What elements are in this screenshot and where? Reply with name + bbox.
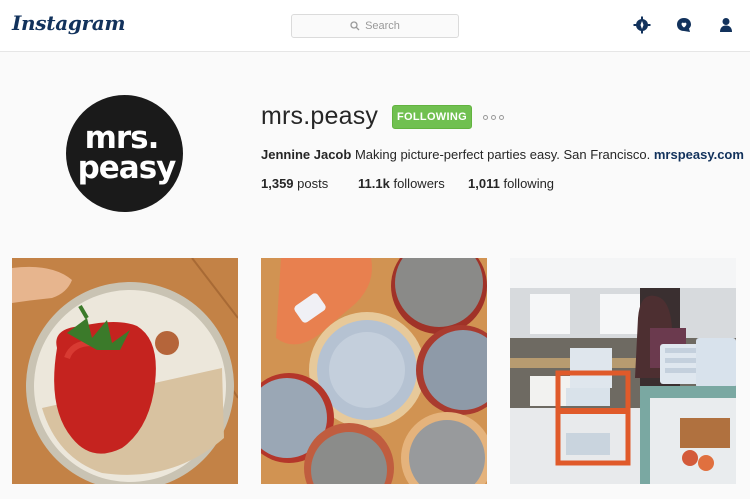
- post-thumbnail-3[interactable]: [510, 258, 736, 484]
- followers-stat[interactable]: 11.1k followers: [358, 176, 445, 191]
- ceramic-plates-photo: [261, 258, 487, 484]
- post-thumbnail-1[interactable]: [12, 258, 238, 484]
- following-button[interactable]: FOLLOWING: [392, 105, 472, 129]
- strawberry-photo: [12, 258, 238, 484]
- post-thumbnail-2[interactable]: [261, 258, 487, 484]
- profile-bio-text: Making picture-perfect parties easy. San…: [354, 147, 651, 162]
- posts-count: 1,359: [261, 176, 294, 191]
- profile-website-link[interactable]: mrspeasy.com: [654, 147, 744, 162]
- dot-icon: [491, 114, 496, 120]
- posts-label: posts: [297, 176, 329, 191]
- followers-count: 11.1k: [358, 176, 390, 191]
- profile-avatar: mrs. peasy: [66, 95, 183, 212]
- dot-icon: [499, 114, 504, 120]
- following-count: 1,011: [468, 176, 500, 191]
- ceramics-shop-photo: [510, 258, 736, 484]
- activity-icon[interactable]: [675, 16, 693, 34]
- following-label: following: [503, 176, 555, 191]
- profile-full-name: Jennine Jacob: [261, 147, 352, 162]
- profile-bio: Jennine Jacob Making picture-perfect par…: [261, 147, 744, 162]
- search-icon: [350, 21, 360, 31]
- top-navigation-bar: Instagram Search: [0, 0, 750, 52]
- avatar-text-line2: peasy: [77, 149, 177, 186]
- following-stat[interactable]: 1,011 following: [468, 176, 554, 191]
- instagram-logo[interactable]: Instagram: [12, 11, 126, 35]
- explore-icon[interactable]: [633, 16, 651, 34]
- followers-label: followers: [393, 176, 445, 191]
- dot-icon: [483, 114, 488, 120]
- profile-icon[interactable]: [717, 16, 735, 34]
- more-options-button[interactable]: [483, 111, 504, 123]
- search-input[interactable]: Search: [291, 14, 459, 38]
- search-placeholder: Search: [365, 20, 400, 32]
- posts-stat: 1,359 posts: [261, 176, 328, 191]
- profile-username: mrs.peasy: [261, 102, 379, 130]
